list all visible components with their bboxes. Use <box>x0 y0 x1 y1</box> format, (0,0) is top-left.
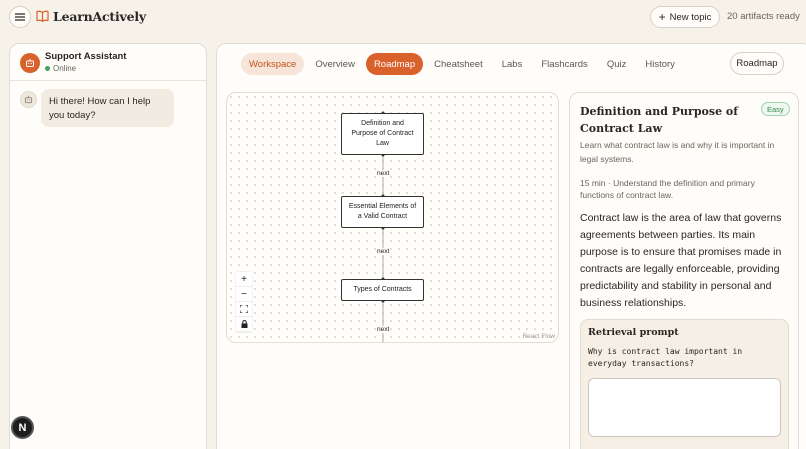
tab-workspace[interactable]: Workspace <box>241 53 305 75</box>
bot-icon <box>26 59 34 67</box>
n-badge-button[interactable]: N <box>11 416 34 439</box>
lock-icon <box>241 320 247 328</box>
roadmap-node[interactable]: Essential Elements of a Valid Contract <box>341 196 424 228</box>
roadmap-canvas[interactable]: Definition and Purpose of Contract Law E… <box>226 92 559 343</box>
lock-button[interactable] <box>236 317 252 332</box>
message-bot-avatar <box>20 91 37 108</box>
fit-view-icon <box>240 305 248 313</box>
retrieval-question: Why is contract law important in everyda… <box>588 347 743 368</box>
new-topic-button[interactable]: + New topic <box>650 6 720 28</box>
topic-body: Contract law is the area of law that gov… <box>580 212 782 309</box>
fit-view-button[interactable] <box>236 302 252 317</box>
flow-controls: + − <box>236 272 252 332</box>
tab-labs[interactable]: Labs <box>494 53 531 75</box>
retrieval-title: Retrieval prompt <box>588 327 679 338</box>
roadmap-node[interactable]: Definition and Purpose of Contract Law <box>341 113 424 155</box>
topic-detail-panel: Definition and Purpose of Contract Law E… <box>569 92 799 449</box>
bot-icon <box>24 95 33 104</box>
brand-name: LearnActively <box>53 9 146 24</box>
view-chip[interactable]: Roadmap <box>730 52 784 75</box>
edge-label: next <box>376 248 391 255</box>
status-dot <box>45 66 50 71</box>
tab-roadmap[interactable]: Roadmap <box>365 53 424 75</box>
retrieval-answer-input[interactable] <box>588 378 781 437</box>
edge-label: next <box>376 326 391 333</box>
zoom-out-button[interactable]: − <box>236 287 252 302</box>
assistant-avatar <box>20 53 40 73</box>
tab-history[interactable]: History <box>637 53 683 75</box>
plus-icon: + <box>241 273 247 285</box>
status-text: Online <box>53 64 77 73</box>
retrieval-prompt-card: Retrieval prompt Why is contract law imp… <box>580 319 789 449</box>
top-bar: LearnActively + New topic 20 artifacts r… <box>0 0 806 34</box>
roadmap-node[interactable]: Types of Contracts <box>341 279 424 301</box>
react-flow-attribution[interactable]: React Flow <box>522 333 555 340</box>
minus-icon: − <box>241 288 247 300</box>
artifacts-status: 20 artifacts ready <box>727 11 800 22</box>
online-status: Online <box>45 64 76 73</box>
topic-meta: 15 min · Understand the definition and p… <box>580 178 755 200</box>
book-icon <box>36 10 49 22</box>
chat-header: Support Assistant Online <box>10 44 206 81</box>
topic-description: Learn what contract law is and why it is… <box>580 140 775 164</box>
tab-cheatsheet[interactable]: Cheatsheet <box>426 53 491 75</box>
hamburger-icon <box>15 13 25 21</box>
tab-flashcards[interactable]: Flashcards <box>533 53 595 75</box>
menu-button[interactable] <box>9 6 31 28</box>
tab-quiz[interactable]: Quiz <box>599 53 635 75</box>
new-topic-label: New topic <box>669 11 712 23</box>
plus-icon: + <box>658 10 666 24</box>
topic-title: Definition and Purpose of Contract Law <box>580 105 738 135</box>
difficulty-badge: Easy <box>761 102 790 116</box>
tab-bar: Workspace Overview Roadmap Cheatsheet La… <box>241 53 686 75</box>
edge-label: next <box>376 170 391 177</box>
tab-overview[interactable]: Overview <box>307 53 363 75</box>
zoom-in-button[interactable]: + <box>236 272 252 287</box>
support-chat-panel: Support Assistant Online Hi there! How c… <box>9 43 207 449</box>
assistant-name: Support Assistant <box>45 51 127 62</box>
assistant-message: Hi there! How can I help you today? <box>41 89 174 127</box>
